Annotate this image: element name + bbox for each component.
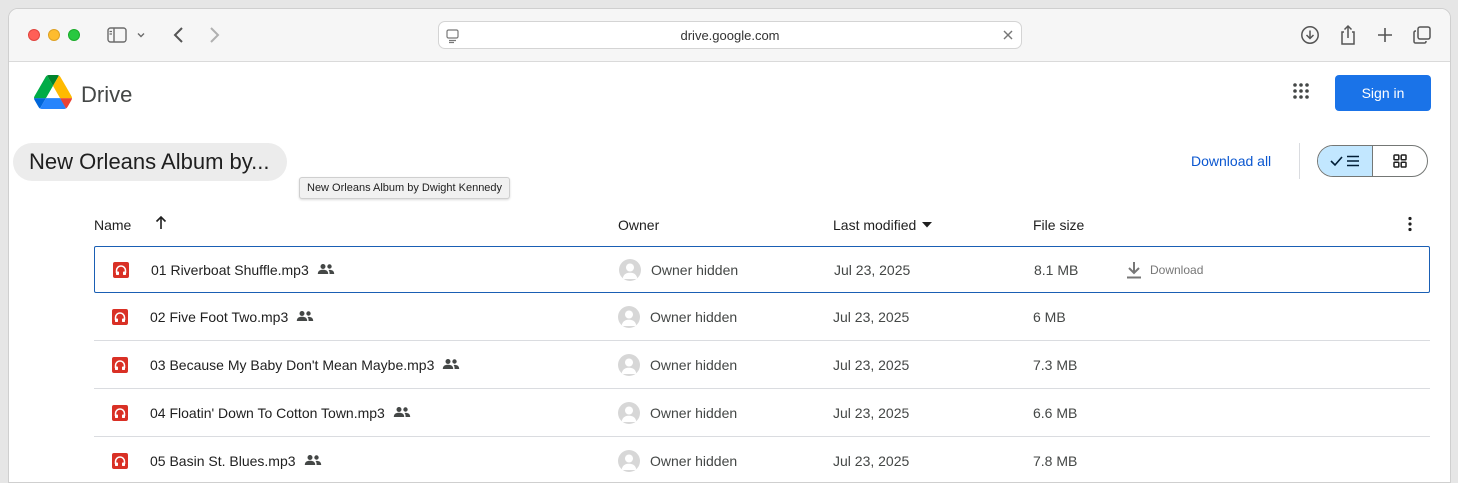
owner-cell: Owner hidden (618, 437, 738, 482)
file-name-cell: 01 Riverboat Shuffle.mp3 (151, 247, 335, 292)
address-url: drive.google.com (680, 28, 780, 43)
file-list: 01 Riverboat Shuffle.mp3 Owner hidden Ju… (94, 246, 1430, 482)
view-toggle (1317, 145, 1428, 177)
toolbar-divider (1299, 143, 1300, 179)
last-modified: Jul 23, 2025 (833, 404, 910, 421)
new-tab-icon[interactable] (1373, 23, 1397, 47)
shared-people-icon (442, 357, 460, 373)
audio-file-icon (112, 389, 128, 436)
size-column-header[interactable]: File size (1033, 217, 1084, 233)
file-name[interactable]: 04 Floatin' Down To Cotton Town.mp3 (150, 405, 385, 421)
folder-title[interactable]: New Orleans Album by... (13, 143, 288, 181)
file-name[interactable]: 03 Because My Baby Don't Mean Maybe.mp3 (150, 357, 434, 373)
browser-toolbar: drive.google.com (9, 9, 1450, 62)
clear-icon[interactable] (1001, 28, 1015, 47)
shared-people-icon (296, 309, 314, 325)
file-name[interactable]: 02 Five Foot Two.mp3 (150, 309, 288, 325)
audio-file-icon (112, 437, 128, 482)
google-apps-icon[interactable] (1293, 83, 1309, 104)
forward-icon[interactable] (202, 23, 226, 47)
file-row[interactable]: 03 Because My Baby Don't Mean Maybe.mp3 … (94, 341, 1430, 389)
last-modified: Jul 23, 2025 (833, 356, 910, 373)
zoom-window-button[interactable] (68, 29, 80, 41)
back-icon[interactable] (167, 23, 191, 47)
file-row[interactable]: 01 Riverboat Shuffle.mp3 Owner hidden Ju… (94, 246, 1430, 293)
file-size: 6 MB (1033, 308, 1066, 325)
drive-logo-icon[interactable] (34, 75, 72, 114)
owner-cell: Owner hidden (618, 341, 737, 388)
owner-name: Owner hidden (650, 356, 738, 373)
sort-ascending-icon[interactable] (154, 215, 168, 231)
avatar (618, 401, 640, 424)
file-name[interactable]: 05 Basin St. Blues.mp3 (150, 453, 296, 469)
name-column-header[interactable]: Name (94, 217, 131, 233)
owner-cell: Owner hidden (618, 389, 737, 436)
sidebar-toggle-icon[interactable] (105, 23, 129, 47)
owner-name: Owner hidden (651, 261, 739, 278)
browser-window: drive.google.com Drive Sign in New Orlea… (8, 8, 1451, 483)
row-download-label: Download (1150, 262, 1204, 277)
file-list-header: Name Owner Last modified File size (94, 203, 1430, 247)
row-download-button[interactable]: Download (1126, 247, 1203, 292)
avatar (618, 449, 640, 472)
shared-people-icon (304, 453, 322, 469)
file-size: 6.6 MB (1033, 404, 1078, 421)
owner-cell: Owner hidden (619, 247, 738, 292)
avatar (618, 305, 640, 328)
avatar (619, 258, 641, 281)
file-size: 8.1 MB (1034, 261, 1079, 278)
download-icon (1127, 261, 1141, 278)
owner-column-header[interactable]: Owner (618, 217, 659, 233)
close-window-button[interactable] (28, 29, 40, 41)
owner-cell: Owner hidden (618, 293, 737, 340)
last-modified: Jul 23, 2025 (833, 308, 910, 325)
downloads-icon[interactable] (1298, 23, 1322, 47)
file-row[interactable]: 02 Five Foot Two.mp3 Owner hidden Jul 23… (94, 293, 1430, 341)
file-name[interactable]: 01 Riverboat Shuffle.mp3 (151, 262, 309, 278)
sign-in-button[interactable]: Sign in (1335, 75, 1431, 111)
share-icon[interactable] (1336, 23, 1360, 47)
name-column-label: Name (94, 217, 132, 233)
owner-name: Owner hidden (650, 308, 738, 325)
download-all-button[interactable]: Download all (1191, 153, 1271, 169)
avatar (618, 353, 640, 376)
brand-name[interactable]: Drive (81, 82, 132, 108)
audio-file-icon (112, 341, 128, 388)
address-bar[interactable]: drive.google.com (438, 21, 1022, 49)
file-name-cell: 05 Basin St. Blues.mp3 (150, 437, 322, 482)
file-size: 7.8 MB (1033, 452, 1078, 469)
shared-people-icon (393, 405, 411, 421)
list-view-button[interactable] (1318, 146, 1373, 176)
last-modified: Jul 23, 2025 (833, 452, 910, 469)
shared-people-icon (317, 262, 335, 278)
file-row[interactable]: 05 Basin St. Blues.mp3 Owner hidden Jul … (94, 437, 1430, 482)
grid-view-button[interactable] (1373, 146, 1428, 176)
drive-page: Drive Sign in New Orleans Album by... Ne… (9, 63, 1450, 482)
chevron-down-icon[interactable] (133, 23, 149, 47)
last-modified: Jul 23, 2025 (834, 261, 911, 278)
tab-overview-icon[interactable] (1410, 23, 1434, 47)
more-options-icon[interactable] (1408, 216, 1412, 232)
file-size: 7.3 MB (1033, 356, 1078, 373)
sort-dropdown-icon (922, 222, 933, 228)
file-row[interactable]: 04 Floatin' Down To Cotton Town.mp3 Owne… (94, 389, 1430, 437)
modified-column-header[interactable]: Last modified (833, 217, 933, 233)
owner-name: Owner hidden (650, 452, 738, 469)
file-name-cell: 03 Because My Baby Don't Mean Maybe.mp3 (150, 341, 460, 388)
minimize-window-button[interactable] (48, 29, 60, 41)
audio-file-icon (112, 293, 128, 340)
audio-file-icon (113, 247, 129, 292)
modified-column-label: Last modified (833, 217, 917, 233)
file-name-cell: 02 Five Foot Two.mp3 (150, 293, 314, 340)
owner-name: Owner hidden (650, 404, 738, 421)
folder-title-tooltip: New Orleans Album by Dwight Kennedy (299, 177, 511, 199)
file-name-cell: 04 Floatin' Down To Cotton Town.mp3 (150, 389, 411, 436)
